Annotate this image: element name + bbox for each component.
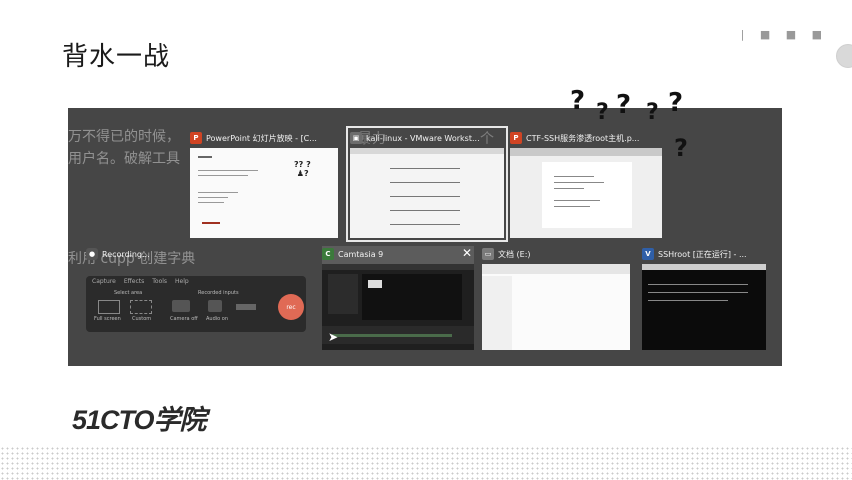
slide-title: 背水一战 bbox=[62, 42, 171, 72]
recorded-inputs-label: Recorded inputs bbox=[198, 290, 239, 296]
window-title: kali-linux - VMware Workst... bbox=[366, 133, 480, 143]
window-thumbnail-recorder[interactable]: ● Recording... Capture Effects Tools Hel… bbox=[86, 246, 306, 332]
footer-pattern bbox=[0, 446, 852, 480]
window-preview bbox=[350, 148, 504, 238]
menu-item[interactable]: Capture bbox=[92, 278, 116, 285]
drive-icon: ▭ bbox=[482, 248, 494, 260]
window-title: PowerPoint 幻灯片放映 - [C... bbox=[206, 133, 317, 143]
audio-level-meter bbox=[236, 304, 256, 310]
audio-label: Audio on bbox=[206, 316, 229, 322]
window-preview: ➤ bbox=[322, 264, 474, 350]
close-icon[interactable]: ✕ bbox=[462, 246, 472, 260]
powerpoint-icon: P bbox=[510, 132, 522, 144]
custom-area-icon[interactable] bbox=[130, 300, 152, 314]
menu-item[interactable]: Tools bbox=[152, 278, 167, 285]
window-preview: ?? ? ♟? bbox=[190, 148, 338, 238]
camtasia-icon: C bbox=[322, 248, 334, 260]
full-screen-icon[interactable] bbox=[98, 300, 120, 314]
virtualbox-icon: V bbox=[642, 248, 654, 260]
record-icon: ● bbox=[86, 248, 98, 260]
window-title: Recording... bbox=[102, 249, 150, 259]
slide-nav-circle[interactable] bbox=[836, 44, 852, 68]
window-title: SSHroot [正在运行] - ... bbox=[658, 249, 747, 259]
window-thumbnail-vmware[interactable]: ▣ kali-linux - VMware Workst... bbox=[346, 126, 508, 242]
logo-51cto: 51CTO学院 bbox=[72, 405, 207, 435]
recorder-panel: Capture Effects Tools Help Select area R… bbox=[86, 276, 306, 332]
window-preview bbox=[482, 264, 630, 350]
slide-corner-marks: | ■ ■ ■ bbox=[740, 28, 828, 41]
select-area-label: Select area bbox=[114, 290, 143, 296]
window-title: 文档 (E:) bbox=[498, 249, 531, 259]
background-text-line: 用户名。破解工具 bbox=[68, 151, 180, 167]
window-preview bbox=[642, 264, 766, 350]
window-thumbnail-explorer[interactable]: ▭ 文档 (E:) bbox=[482, 246, 630, 350]
question-marks-graphic: ? ? ? ? ? ? bbox=[570, 86, 688, 162]
camera-label: Camera off bbox=[170, 316, 198, 322]
window-title: Camtasia 9 bbox=[338, 249, 384, 259]
microphone-icon[interactable] bbox=[208, 300, 222, 312]
window-thumbnail-virtualbox[interactable]: V SSHroot [正在运行] - ... bbox=[642, 246, 766, 350]
background-text-line: 万不得已的时候， bbox=[68, 129, 180, 145]
powerpoint-icon: P bbox=[190, 132, 202, 144]
full-screen-label: Full screen bbox=[94, 316, 121, 322]
cursor-icon: ➤ bbox=[328, 330, 339, 344]
custom-label: Custom bbox=[132, 316, 152, 322]
record-button[interactable]: rec bbox=[278, 294, 304, 320]
vmware-icon: ▣ bbox=[350, 132, 362, 144]
camera-icon[interactable] bbox=[172, 300, 190, 312]
window-thumbnail-powerpoint-slideshow[interactable]: P PowerPoint 幻灯片放映 - [C... ?? ? ♟? bbox=[190, 130, 338, 238]
menu-item[interactable]: Help bbox=[175, 278, 189, 285]
window-thumbnail-camtasia[interactable]: C Camtasia 9 ✕ ➤ bbox=[322, 246, 474, 350]
menu-item[interactable]: Effects bbox=[124, 278, 144, 285]
